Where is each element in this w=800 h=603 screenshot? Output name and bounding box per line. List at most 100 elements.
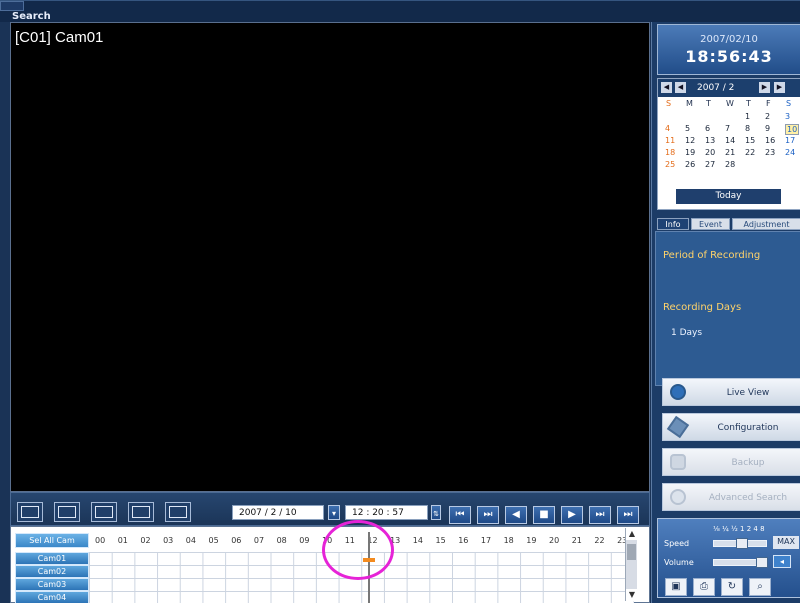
calendar-day[interactable]: 12 <box>685 136 695 145</box>
camera-row-label[interactable]: Cam01 <box>15 552 89 565</box>
layout-6-button[interactable] <box>91 502 117 522</box>
calendar-day[interactable]: 22 <box>745 148 755 157</box>
advanced-search-icon <box>670 489 686 505</box>
weekday-label: F <box>766 99 771 108</box>
calendar-day[interactable]: 25 <box>665 160 675 169</box>
volume-slider-handle[interactable] <box>756 557 768 568</box>
hour-label: 19 <box>526 536 537 545</box>
hour-label: 06 <box>231 536 242 545</box>
calendar-day[interactable]: 8 <box>745 124 750 133</box>
next-year-icon[interactable]: ▶ <box>774 82 785 93</box>
calendar-day[interactable]: 26 <box>685 160 695 169</box>
backup-button: Backup <box>662 448 800 476</box>
layout-9-button[interactable] <box>128 502 154 522</box>
tab-adjustment[interactable]: Adjustment <box>732 218 800 230</box>
clock-date: 2007/02/10 <box>700 34 758 45</box>
layout-16-button[interactable] <box>165 502 191 522</box>
hour-label: 16 <box>458 536 469 545</box>
calendar-day[interactable]: 6 <box>705 124 710 133</box>
hour-label: 09 <box>299 536 310 545</box>
camera-row-label[interactable]: Cam04 <box>15 591 89 603</box>
skip-end-button[interactable]: ⏭ <box>617 506 639 524</box>
scroll-thumb[interactable] <box>627 544 636 560</box>
calendar-day[interactable]: 13 <box>705 136 715 145</box>
prev-month-icon[interactable]: ◀ <box>675 82 686 93</box>
skip-start-button[interactable]: ⏮ <box>449 506 471 524</box>
speed-slider-handle[interactable] <box>736 538 748 549</box>
backup-label: Backup <box>731 458 765 468</box>
calendar-header: ◀ ◀ 2007 / 2 ▶ ▶ <box>658 79 800 97</box>
time-stepper-icon[interactable]: ⇅ <box>431 505 441 520</box>
advanced-search-label: Advanced Search <box>708 493 788 503</box>
calendar-day[interactable]: 15 <box>745 136 755 145</box>
tab-event[interactable]: Event <box>691 218 730 230</box>
configuration-button[interactable]: Configuration <box>662 413 800 441</box>
speaker-icon[interactable]: ◂ <box>773 555 791 568</box>
calendar-day[interactable]: 9 <box>765 124 770 133</box>
prev-year-icon[interactable]: ◀ <box>661 82 672 93</box>
live-view-button[interactable]: Live View <box>662 378 800 406</box>
calendar-day[interactable]: 1 <box>745 112 750 121</box>
step-forward-button[interactable]: ⏭ <box>589 506 611 524</box>
calendar-day[interactable]: 5 <box>685 124 690 133</box>
camera-row-label[interactable]: Cam03 <box>15 578 89 591</box>
hour-label: 02 <box>140 536 151 545</box>
hour-label: 20 <box>549 536 560 545</box>
time-field[interactable]: 12 : 20 : 57 <box>345 505 428 520</box>
hour-label: 03 <box>163 536 174 545</box>
print-button[interactable]: ⎙ <box>693 578 715 596</box>
calendar-day[interactable]: 11 <box>665 136 675 145</box>
calendar-day[interactable]: 27 <box>705 160 715 169</box>
advanced-search-button: Advanced Search <box>662 483 800 511</box>
clock-display: 2007/02/10 18:56:43 <box>657 24 800 75</box>
speed-volume-panel: ⅛ ¼ ½ 1 2 4 8 Speed MAX Volume ◂ ▣ ⎙ ↻ ⌕ <box>657 518 800 598</box>
volume-slider[interactable] <box>713 557 768 568</box>
layout-1-button[interactable] <box>17 502 43 522</box>
step-back-button[interactable]: ⏭ <box>477 506 499 524</box>
calendar-day[interactable]: 3 <box>785 112 790 121</box>
next-month-icon[interactable]: ▶ <box>759 82 770 93</box>
calendar-day[interactable]: 10 <box>785 124 800 135</box>
reverse-play-button[interactable]: ◀ <box>505 506 527 524</box>
play-button[interactable]: ▶ <box>561 506 583 524</box>
right-panel: 2007/02/10 18:56:43 ◀ ◀ 2007 / 2 ▶ ▶ S M T… <box>651 22 800 603</box>
camera-row-label[interactable]: Cam02 <box>15 565 89 578</box>
zoom-button[interactable]: ⌕ <box>749 578 771 596</box>
speed-max-label[interactable]: MAX <box>773 536 799 549</box>
refresh-button[interactable]: ↻ <box>721 578 743 596</box>
calendar-day[interactable]: 4 <box>665 124 670 133</box>
speed-slider[interactable] <box>713 538 767 549</box>
calendar-day[interactable]: 2 <box>765 112 770 121</box>
window-mode-button[interactable]: ▣ <box>665 578 687 596</box>
layout-4-button[interactable] <box>54 502 80 522</box>
calendar-day[interactable]: 24 <box>785 148 795 157</box>
select-all-cameras-button[interactable]: Sel All Cam <box>15 533 89 548</box>
scroll-down-icon[interactable]: ▼ <box>626 589 638 601</box>
calendar-day[interactable]: 23 <box>765 148 775 157</box>
scroll-up-icon[interactable]: ▲ <box>626 528 638 540</box>
window-titlebar: Search <box>0 0 800 22</box>
wrench-icon <box>666 415 690 439</box>
video-view[interactable]: [C01] Cam01 <box>10 22 650 492</box>
today-button[interactable]: Today <box>676 189 781 204</box>
camera-label: [C01] Cam01 <box>15 29 104 46</box>
calendar-day[interactable]: 7 <box>725 124 730 133</box>
timeline-scrollbar[interactable]: ▲ ▼ <box>625 528 638 601</box>
recording-days-value: 1 Days <box>671 328 703 338</box>
stop-button[interactable]: ■ <box>533 506 555 524</box>
calendar-day[interactable]: 21 <box>725 148 735 157</box>
configuration-label: Configuration <box>717 423 779 433</box>
calendar-day[interactable]: 17 <box>785 136 795 145</box>
app-icon <box>0 1 24 11</box>
date-field[interactable]: 2007 / 2 / 10 <box>232 505 324 520</box>
calendar-day[interactable]: 19 <box>685 148 695 157</box>
hour-label: 17 <box>480 536 492 545</box>
date-dropdown-icon[interactable]: ▾ <box>328 505 340 520</box>
calendar-day[interactable]: 14 <box>725 136 735 145</box>
tab-info[interactable]: Info <box>657 218 689 230</box>
highlight-circle <box>322 520 394 580</box>
calendar-day[interactable]: 20 <box>705 148 715 157</box>
calendar-day[interactable]: 18 <box>665 148 675 157</box>
calendar-day[interactable]: 16 <box>765 136 775 145</box>
calendar-day[interactable]: 28 <box>725 160 735 169</box>
